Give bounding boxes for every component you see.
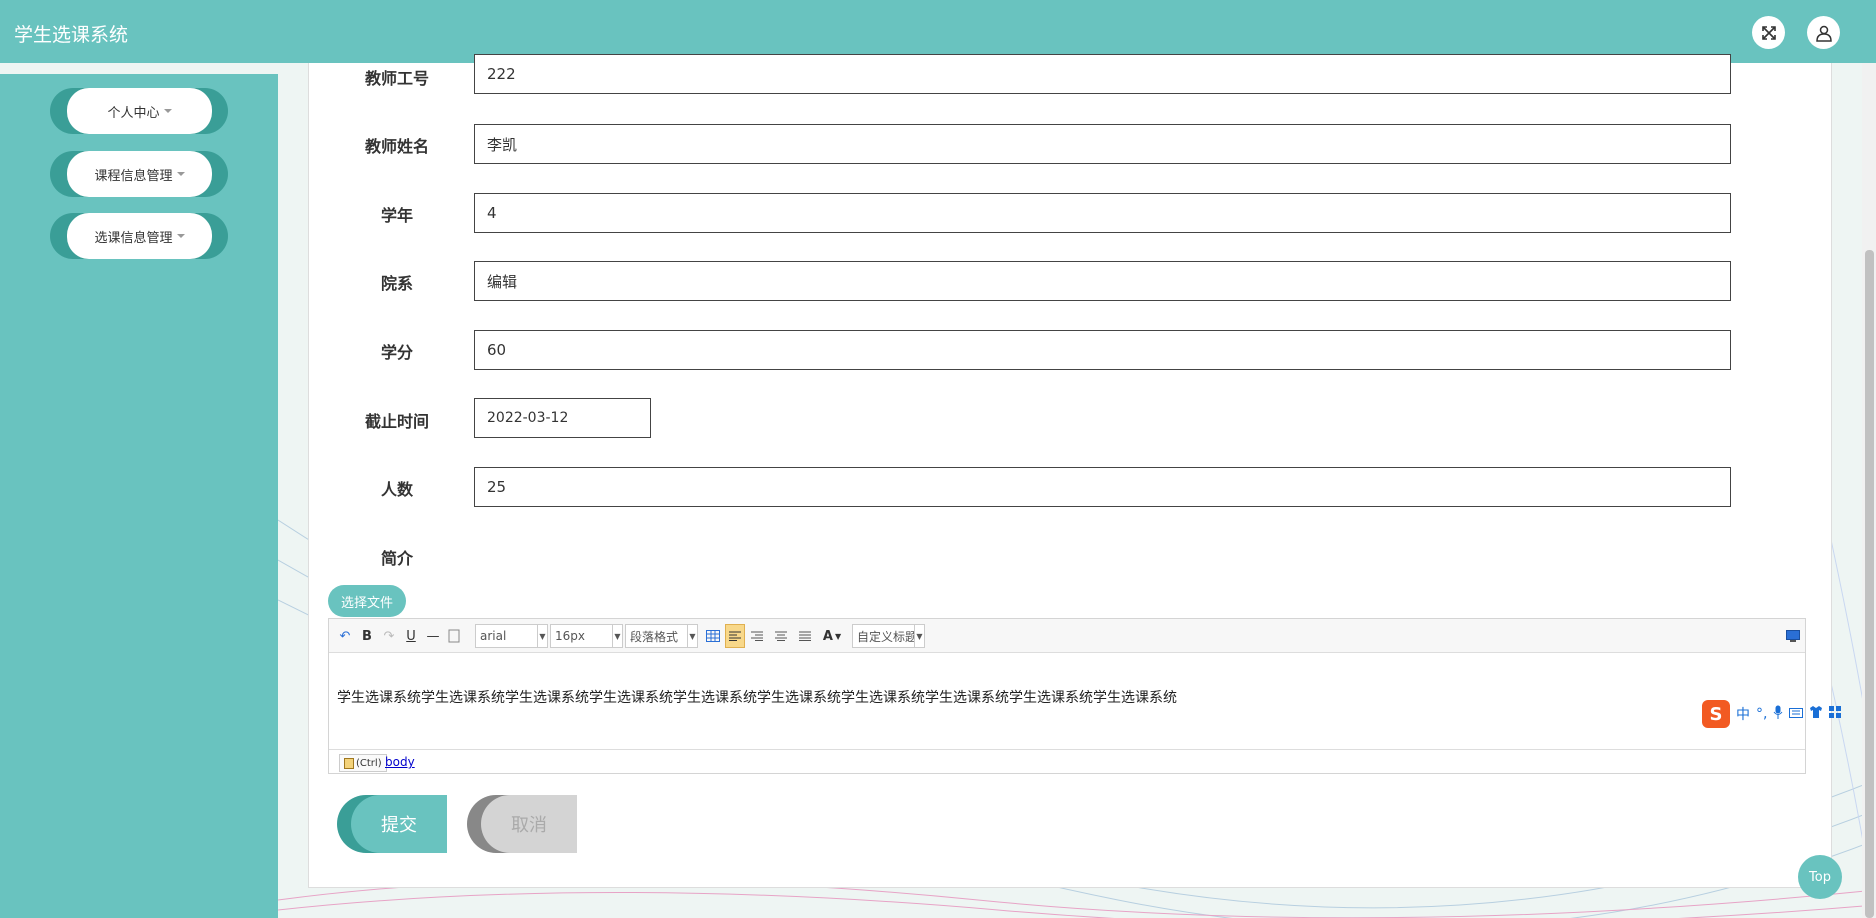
paste-tooltip[interactable]: (Ctrl) <box>339 754 387 772</box>
align-justify-icon[interactable] <box>797 626 813 646</box>
skin-shirt-icon[interactable] <box>1809 706 1823 722</box>
align-center-icon[interactable] <box>773 626 789 646</box>
credit-input[interactable]: 60 <box>474 330 1731 370</box>
submit-label: 提交 <box>351 795 447 853</box>
credit-label: 学分 <box>381 343 414 362</box>
paragraph-format-value: 段落格式 <box>630 629 679 644</box>
fullscreen-icon <box>1761 25 1776 40</box>
scrollbar-thumb[interactable] <box>1865 250 1874 918</box>
custom-title-value: 自定义标题 <box>857 629 915 644</box>
horizontal-rule-icon[interactable]: — <box>425 626 441 646</box>
redo-icon[interactable]: ↷ <box>381 626 397 646</box>
align-left-icon[interactable] <box>725 624 745 648</box>
teacher-name-label: 教师姓名 <box>365 137 430 156</box>
bold-button[interactable]: B <box>359 626 375 646</box>
font-color-label: A <box>822 628 833 644</box>
sidebar-item-selection-management[interactable]: 选课信息管理 <box>50 213 228 259</box>
count-input[interactable]: 25 <box>474 467 1731 507</box>
element-path-link[interactable]: body <box>385 755 415 769</box>
font-size-select[interactable]: 16px ▼ <box>550 624 623 648</box>
dropdown-arrow-icon: ▼ <box>612 625 622 647</box>
sidebar-item-personal-center[interactable]: 个人中心 <box>50 88 228 134</box>
paragraph-format-select[interactable]: 段落格式 ▼ <box>625 624 698 648</box>
user-button[interactable] <box>1807 16 1840 49</box>
back-to-top-button[interactable]: Top <box>1798 855 1842 899</box>
ime-language[interactable]: 中 <box>1736 704 1750 724</box>
teacher-id-label: 教师工号 <box>365 69 430 88</box>
editor-content[interactable]: 学生选课系统学生选课系统学生选课系统学生选课系统学生选课系统学生选课系统学生选课… <box>337 687 1177 707</box>
school-year-input[interactable]: 4 <box>474 193 1731 233</box>
sidebar-item-label: 课程信息管理 <box>94 168 173 184</box>
ime-punctuation[interactable]: °, <box>1756 706 1767 722</box>
deadline-label: 截止时间 <box>365 412 430 431</box>
microphone-icon[interactable] <box>1773 705 1783 723</box>
chevron-down-icon <box>163 109 172 113</box>
app-title: 学生选课系统 <box>14 24 129 46</box>
font-family-select[interactable]: arial ▼ <box>475 624 548 648</box>
dropdown-arrow-icon: ▼ <box>537 625 547 647</box>
toolbox-grid-icon[interactable] <box>1829 706 1842 722</box>
choose-file-button[interactable]: 选择文件 <box>328 585 406 617</box>
font-color-button[interactable]: A ▼ <box>821 626 843 646</box>
rich-text-editor: ↶ B ↷ U — arial ▼ 16px ▼ 段落格式 ▼ A ▼ 自定义标… <box>328 618 1806 774</box>
sidebar-item-course-management[interactable]: 课程信息管理 <box>50 151 228 197</box>
dropdown-arrow-icon: ▼ <box>687 625 697 647</box>
custom-title-select[interactable]: 自定义标题 ▼ <box>852 624 925 648</box>
paste-tooltip-text: (Ctrl) <box>356 757 382 769</box>
dropdown-arrow-icon: ▼ <box>834 631 842 641</box>
sogou-logo-icon: S <box>1702 700 1730 728</box>
user-icon <box>1815 25 1832 42</box>
teacher-id-input[interactable]: 222 <box>474 54 1731 94</box>
cancel-label: 取消 <box>481 795 577 853</box>
table-icon[interactable] <box>705 626 721 646</box>
align-right-icon[interactable] <box>749 626 765 646</box>
undo-icon[interactable]: ↶ <box>337 626 353 646</box>
fullscreen-button[interactable] <box>1752 16 1785 49</box>
cancel-button[interactable]: 取消 <box>467 795 577 853</box>
submit-button[interactable]: 提交 <box>337 795 447 853</box>
deadline-date-input[interactable]: 2022-03-12 <box>474 398 651 438</box>
department-label: 院系 <box>381 274 414 293</box>
school-year-label: 学年 <box>381 206 414 225</box>
paste-plain-icon[interactable] <box>447 626 461 646</box>
preview-icon[interactable] <box>1785 626 1801 646</box>
editor-toolbar: ↶ B ↷ U — arial ▼ 16px ▼ 段落格式 ▼ A ▼ 自定义标… <box>329 619 1805 653</box>
chevron-down-icon <box>176 172 185 176</box>
editor-status-bar: (Ctrl) body <box>329 749 1805 774</box>
chevron-down-icon <box>176 234 185 238</box>
sidebar-item-label: 选课信息管理 <box>94 230 173 246</box>
department-input[interactable]: 编辑 <box>474 261 1731 301</box>
intro-label: 简介 <box>381 549 414 568</box>
clipboard-icon <box>344 758 354 769</box>
dropdown-arrow-icon: ▼ <box>914 625 924 647</box>
ime-toolbar[interactable]: S 中 °, <box>1702 700 1842 728</box>
sidebar: 个人中心 课程信息管理 选课信息管理 <box>0 74 278 918</box>
sidebar-item-label: 个人中心 <box>107 105 160 121</box>
keyboard-icon[interactable] <box>1789 706 1804 722</box>
font-size-value: 16px <box>555 629 585 643</box>
font-family-value: arial <box>480 629 507 643</box>
teacher-name-input[interactable]: 李凯 <box>474 124 1731 164</box>
underline-button[interactable]: U <box>403 626 419 646</box>
count-label: 人数 <box>381 480 414 499</box>
